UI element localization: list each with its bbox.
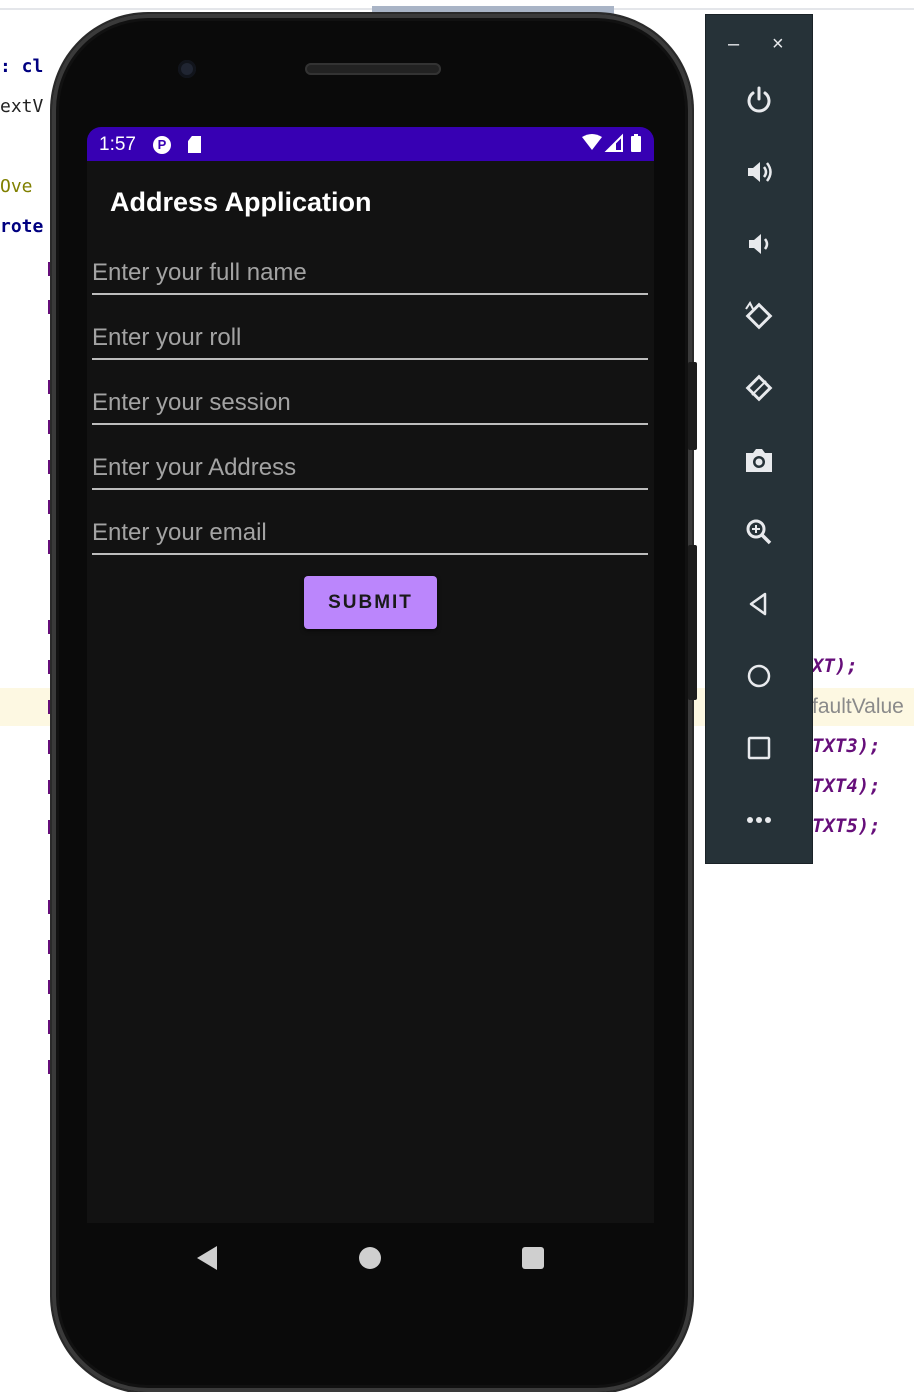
status-p-icon: P — [153, 136, 171, 154]
code-fragment: TXT5); — [812, 815, 881, 837]
wifi-signal-battery-icon — [582, 133, 641, 152]
camera-icon[interactable] — [737, 438, 781, 482]
front-camera — [178, 60, 196, 78]
session-field[interactable] — [92, 388, 648, 418]
app-title: Address Application — [110, 187, 372, 217]
phone-side-button — [688, 362, 697, 450]
volume-up-icon[interactable] — [737, 150, 781, 194]
home-icon[interactable] — [737, 654, 781, 698]
minimize-button[interactable]: – — [728, 33, 739, 56]
code-fragment: XT); — [812, 655, 858, 677]
zoom-icon[interactable] — [737, 510, 781, 554]
ide-tab-fragment — [372, 6, 614, 14]
home-icon[interactable] — [359, 1247, 381, 1269]
full-name-input[interactable] — [92, 258, 648, 288]
code-fragment: faultValue — [812, 695, 904, 718]
code-fragment: rote — [0, 216, 44, 237]
code-fragment: : cl — [0, 56, 44, 77]
phone-side-button — [688, 545, 697, 700]
status-time: 1:57 — [99, 134, 136, 155]
field-underline — [92, 423, 648, 425]
status-right-icons — [582, 133, 644, 161]
back-icon[interactable] — [197, 1246, 217, 1270]
full-name-field[interactable] — [92, 258, 648, 288]
overview-icon[interactable] — [737, 726, 781, 770]
recents-icon[interactable] — [522, 1247, 544, 1269]
back-icon[interactable] — [737, 582, 781, 626]
android-nav-bar — [87, 1223, 654, 1293]
more-icon[interactable] — [737, 798, 781, 842]
field-underline — [92, 488, 648, 490]
earpiece-speaker — [305, 63, 441, 75]
field-underline — [92, 553, 648, 555]
submit-button[interactable]: SUBMIT — [304, 576, 437, 629]
field-underline — [92, 293, 648, 295]
code-fragment: Ove — [0, 176, 33, 197]
email-field[interactable] — [92, 518, 648, 548]
emulator-toolbar: – × — [705, 14, 813, 864]
address-field[interactable] — [92, 453, 648, 483]
sd-card-icon — [188, 136, 201, 153]
email-input[interactable] — [92, 518, 648, 548]
close-button[interactable]: × — [772, 33, 784, 56]
session-input[interactable] — [92, 388, 648, 418]
roll-field[interactable] — [92, 323, 648, 353]
field-underline — [92, 358, 648, 360]
code-fragment: TXT3); — [812, 735, 881, 757]
volume-down-icon[interactable] — [737, 222, 781, 266]
power-icon[interactable] — [737, 78, 781, 122]
rotate-left-icon[interactable] — [737, 294, 781, 338]
status-bar: 1:57 P — [87, 127, 654, 161]
rotate-right-icon[interactable] — [737, 366, 781, 410]
code-fragment: extV — [0, 96, 44, 117]
roll-input[interactable] — [92, 323, 648, 353]
address-input[interactable] — [92, 453, 648, 483]
app-screen: 1:57 P Address Application SUBMIT — [87, 127, 654, 1223]
code-fragment: TXT4); — [812, 775, 881, 797]
